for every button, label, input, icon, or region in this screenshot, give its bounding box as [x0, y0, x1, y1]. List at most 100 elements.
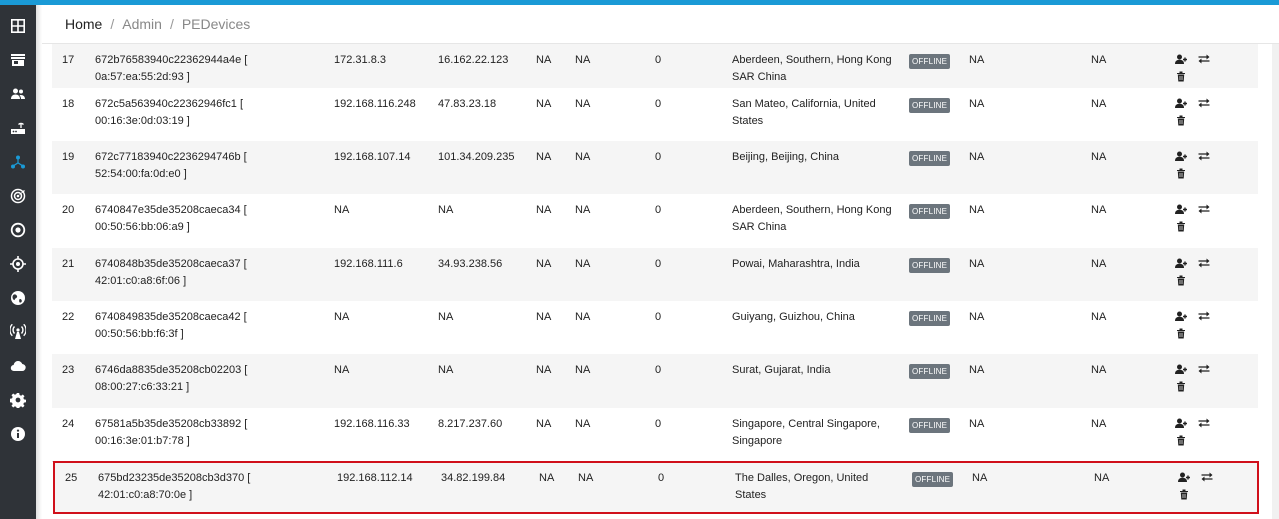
device-mac: 52:54:00:fa:0d:e0 ]: [95, 168, 187, 180]
assign-user-icon[interactable]: [1175, 418, 1187, 429]
row-index: 25: [65, 472, 78, 484]
row-index: 24: [62, 418, 75, 430]
public-ip: NA: [438, 204, 454, 216]
device-mac: 00:16:3e:0d:03:19 ]: [95, 115, 190, 127]
field-value: NA: [1091, 151, 1107, 163]
status-badge: OFFLINE: [909, 98, 951, 113]
public-ip: 34.93.238.56: [438, 258, 503, 270]
page-header: Home / Admin / PEDevices: [42, 5, 1279, 44]
public-ip: 8.217.237.60: [438, 418, 503, 430]
location: Beijing, Beijing, China: [732, 149, 900, 166]
device-object-id: 672c5a563940c22362946fc1 [: [95, 98, 244, 110]
field-value: NA: [536, 204, 552, 216]
assign-user-icon[interactable]: [1175, 54, 1187, 65]
breadcrumb-current: PEDevices: [181, 16, 251, 32]
store-icon: [11, 54, 25, 66]
radar-icon: [10, 188, 26, 204]
field-value: NA: [575, 98, 591, 110]
table-row: 21 6740848b35de35208caeca37 [42:01:c0:a8:…: [52, 248, 1258, 302]
breadcrumb-separator: /: [169, 16, 174, 32]
status-cell: OFFLINE: [909, 97, 951, 114]
breadcrumb-home[interactable]: Home: [65, 16, 102, 32]
private-ip: 192.168.111.6: [334, 258, 403, 270]
swap-icon[interactable]: [1198, 98, 1210, 108]
delete-icon[interactable]: [1176, 435, 1186, 446]
sidebar-item-cloud[interactable]: [0, 351, 36, 381]
field-value: NA: [575, 151, 591, 163]
device-object-id: 6746da8835de35208cb02203 [: [95, 364, 248, 376]
sidebar-item-target[interactable]: [0, 215, 36, 245]
sidebar: [0, 5, 36, 519]
sidebar-item-antenna[interactable]: [0, 317, 36, 347]
location-line: Aberdeen, Southern, Hong Kong: [732, 54, 892, 66]
sidebar-item-store[interactable]: [0, 45, 36, 75]
delete-icon[interactable]: [1176, 328, 1186, 339]
swap-icon[interactable]: [1198, 311, 1210, 321]
field-value: NA: [536, 418, 552, 430]
sidebar-item-globe[interactable]: [0, 283, 36, 313]
network-icon: [11, 155, 25, 169]
status-badge: OFFLINE: [909, 151, 951, 166]
delete-icon[interactable]: [1176, 221, 1186, 232]
assign-user-icon[interactable]: [1178, 472, 1190, 483]
swap-icon[interactable]: [1198, 204, 1210, 214]
field-value: NA: [575, 311, 591, 323]
device-id: 672b76583940c22362944a4e [0a:57:ea:55:2d…: [95, 52, 280, 86]
sidebar-item-crosshair[interactable]: [0, 249, 36, 279]
assign-user-icon[interactable]: [1175, 364, 1187, 375]
field-value: NA: [575, 54, 591, 66]
public-ip: 34.82.199.84: [441, 472, 506, 484]
device-id: 675bd23235de35208cb3d370 [ 42:01:c0:a8:70…: [98, 470, 283, 504]
sidebar-item-info[interactable]: [0, 419, 36, 449]
field-value: NA: [575, 364, 591, 376]
swap-icon[interactable]: [1198, 364, 1210, 374]
delete-icon[interactable]: [1176, 168, 1186, 179]
device-object-id: 6740848b35de35208caeca37 [: [95, 258, 247, 270]
table-row: 20 6740847e35de35208caeca34 [00:50:56:bb:…: [52, 194, 1258, 249]
breadcrumb-admin[interactable]: Admin: [122, 16, 162, 32]
device-object-id: 675bd23235de35208cb3d370 [: [98, 472, 251, 484]
assign-user-icon[interactable]: [1175, 204, 1187, 215]
status-badge: OFFLINE: [909, 364, 951, 379]
device-object-id: 6740847e35de35208caeca34 [: [95, 204, 247, 216]
sidebar-item-radar[interactable]: [0, 181, 36, 211]
swap-icon[interactable]: [1198, 151, 1210, 161]
swap-icon[interactable]: [1198, 418, 1210, 428]
count-value: 0: [655, 204, 662, 216]
assign-user-icon[interactable]: [1175, 151, 1187, 162]
swap-icon[interactable]: [1198, 54, 1210, 64]
sidebar-item-dashboard[interactable]: [0, 11, 36, 41]
delete-icon[interactable]: [1176, 115, 1186, 126]
field-value: NA: [969, 204, 985, 216]
sidebar-item-settings[interactable]: [0, 385, 36, 415]
status-cell: OFFLINE: [912, 471, 954, 488]
delete-icon[interactable]: [1179, 489, 1189, 500]
table-row: 18 672c5a563940c22362946fc1 [00:16:3e:0d:…: [52, 88, 1258, 142]
table-row: 22 6740849835de35208caeca42 [00:50:56:bb:…: [52, 301, 1258, 355]
swap-icon[interactable]: [1201, 472, 1213, 482]
assign-user-icon[interactable]: [1175, 258, 1187, 269]
assign-user-icon[interactable]: [1175, 311, 1187, 322]
location-line: Beijing, Beijing, China: [732, 151, 840, 163]
delete-icon[interactable]: [1176, 275, 1186, 286]
sidebar-item-users[interactable]: [0, 79, 36, 109]
public-ip: 101.34.209.235: [438, 151, 515, 163]
swap-icon[interactable]: [1198, 258, 1210, 268]
location-line: States: [732, 115, 764, 127]
device-table: 17 672b76583940c22362944a4e [0a:57:ea:55:…: [42, 44, 1272, 519]
device-mac: 08:00:27:c6:33:21 ]: [95, 381, 190, 393]
scrollbar[interactable]: [1272, 44, 1279, 519]
count-value: 0: [655, 98, 662, 110]
field-value: NA: [536, 311, 552, 323]
sidebar-item-router[interactable]: [0, 113, 36, 143]
sidebar-item-network[interactable]: [0, 147, 36, 177]
device-mac: 42:01:c0:a8:70:0e ]: [98, 489, 193, 501]
delete-icon[interactable]: [1176, 71, 1186, 82]
delete-icon[interactable]: [1176, 381, 1186, 392]
count-value: 0: [655, 364, 662, 376]
location: San Mateo, California, United States: [732, 96, 900, 130]
assign-user-icon[interactable]: [1175, 98, 1187, 109]
status-cell: OFFLINE: [909, 150, 951, 167]
device-id: 6740847e35de35208caeca34 [00:50:56:bb:06…: [95, 202, 280, 236]
field-value: NA: [1091, 311, 1107, 323]
